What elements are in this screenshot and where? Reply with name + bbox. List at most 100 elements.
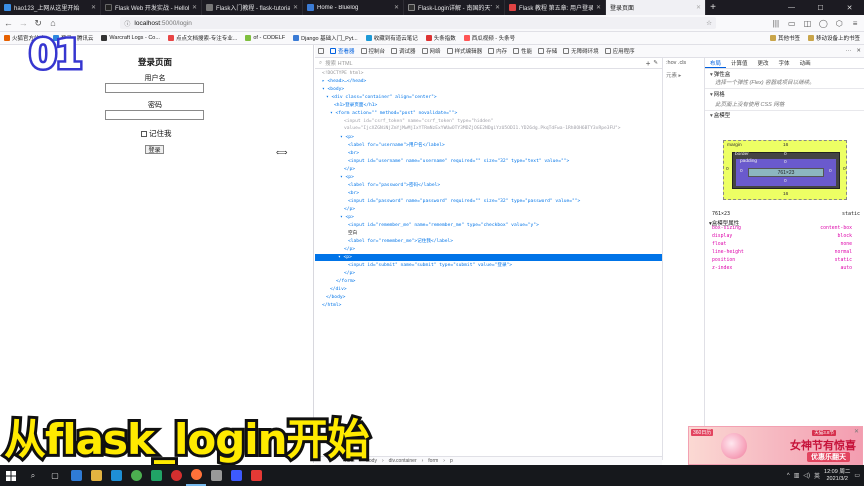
margin-top-value[interactable]: 16 xyxy=(783,143,788,148)
border-top-value[interactable]: 0 xyxy=(784,152,787,157)
taskbar-app-icon[interactable] xyxy=(166,465,186,486)
maximize-button[interactable]: ☐ xyxy=(806,0,835,15)
notification-icon[interactable]: ▭ xyxy=(854,472,860,479)
close-tab-icon[interactable]: ✕ xyxy=(495,4,500,11)
bookmark-item[interactable]: 头条指数 xyxy=(425,34,456,42)
markup-line[interactable]: </div> xyxy=(330,286,347,293)
markup-line[interactable]: </p> xyxy=(344,206,355,213)
devtools-tab-style-editor[interactable]: 样式编辑器 xyxy=(446,45,482,57)
browser-tab[interactable]: Flask 教程 第五章: 用户登录 ✕ xyxy=(505,0,606,15)
bookmark-item[interactable]: 西瓜视频 - 头条号 xyxy=(463,34,515,42)
close-tab-icon[interactable]: ✕ xyxy=(91,4,96,11)
bookmark-item[interactable]: Django 基础入门_Pyt... xyxy=(293,34,358,42)
remember-me-checkbox[interactable] xyxy=(141,130,147,137)
back-arrow-icon[interactable]: ← xyxy=(3,18,14,29)
markup-line[interactable]: 空白 xyxy=(348,230,357,237)
devtools-tab-memory[interactable]: 内存 xyxy=(488,45,507,57)
markup-line[interactable]: </body> xyxy=(326,294,345,301)
tab-fonts[interactable]: 字体 xyxy=(774,58,795,68)
volume-icon[interactable]: ◁) xyxy=(803,472,810,479)
taskbar-app-icon[interactable] xyxy=(126,465,146,486)
tab-changes[interactable]: 更改 xyxy=(753,58,774,68)
bookmark-item[interactable]: 点点文档搜索-专注专业... xyxy=(167,34,237,42)
bookmark-star-icon[interactable]: ☆ xyxy=(706,19,712,27)
content-box[interactable]: 761×23 xyxy=(748,168,824,177)
markup-line[interactable]: ▸ <head>…</head> xyxy=(322,78,366,85)
address-bar[interactable]: ⓘ localhost:5000/login ☆ xyxy=(120,17,716,29)
markup-line[interactable]: <input id="csrf_token" name="csrf_token"… xyxy=(344,118,493,125)
page-info-icon[interactable]: ⓘ xyxy=(124,19,130,28)
rules-filter[interactable]: :hov .cls xyxy=(666,60,686,66)
search-icon[interactable]: ⌕ xyxy=(22,465,44,486)
markup-line[interactable]: <input id="username" name="username" req… xyxy=(348,158,569,165)
close-window-button[interactable]: ✕ xyxy=(835,0,864,15)
box-props-heading[interactable]: ▾盒模型属性 xyxy=(709,219,739,227)
close-tab-icon[interactable]: ✕ xyxy=(596,4,601,11)
minimize-button[interactable]: — xyxy=(777,0,806,15)
browser-tab-active[interactable]: 登录页面 ✕ xyxy=(606,0,706,15)
markup-line-selected[interactable]: ▾ <p> xyxy=(315,254,662,261)
markup-line[interactable]: <input id="password" name="password" req… xyxy=(348,198,580,205)
tab-computed[interactable]: 计算值 xyxy=(726,58,753,68)
margin-left-value[interactable]: 0 xyxy=(726,167,729,172)
markup-line[interactable]: <label for="username">用户名</label> xyxy=(348,142,445,149)
markup-line[interactable]: </p> xyxy=(344,166,355,173)
markup-line[interactable]: ▾ <p> xyxy=(340,174,354,181)
devtools-tab-storage[interactable]: 存储 xyxy=(538,45,557,57)
browser-tab[interactable]: Flask-Login详解 - 南国的天下 ✕ xyxy=(404,0,505,15)
close-tab-icon[interactable]: ✕ xyxy=(394,4,399,11)
devtools-tab-console[interactable]: 控制台 xyxy=(360,45,385,57)
home-icon[interactable]: ⌂ xyxy=(48,18,59,29)
flex-section-heading[interactable]: ▾弹性盒 xyxy=(705,72,864,79)
markup-line[interactable]: <label for="password">密码</label> xyxy=(348,182,440,189)
markup-line[interactable]: <label for="remember_me">记住我</label> xyxy=(348,238,453,245)
html-search-input[interactable]: 搜索 HTML xyxy=(325,59,353,67)
task-view-icon[interactable]: ▢ xyxy=(44,465,66,486)
tab-layout[interactable]: 布局 xyxy=(705,58,727,68)
breadcrumb-item[interactable]: p xyxy=(450,458,453,464)
library-icon[interactable]: ||| xyxy=(770,17,782,29)
ad-close-icon[interactable]: ✕ xyxy=(854,428,859,435)
markup-line[interactable]: ▾ <body> xyxy=(322,86,344,93)
markup-line[interactable]: value="IjcXZGNiNjZmYjMwMjIxYTRmNzExYWUwO… xyxy=(344,125,621,132)
bookmark-folder-other[interactable]: 其他书签 xyxy=(769,34,800,42)
ime-indicator[interactable]: 英 xyxy=(814,471,820,480)
markup-line[interactable]: ▾ <div class="container" align="center"> xyxy=(326,94,437,101)
markup-line[interactable]: </p> xyxy=(344,246,355,253)
close-tab-icon[interactable]: ✕ xyxy=(192,4,197,11)
browser-tab[interactable]: Flask入门教程 - flask-tutorial-2.0✕ xyxy=(202,0,303,15)
browser-tab[interactable]: Home - Bluelog ✕ xyxy=(303,0,404,15)
devtools-tab-inspector[interactable]: 查看器 xyxy=(330,45,355,57)
markup-line[interactable]: <br> xyxy=(348,150,359,157)
taskbar-app-icon[interactable] xyxy=(66,465,86,486)
taskbar-app-icon[interactable] xyxy=(86,465,106,486)
taskbar-app-icon[interactable] xyxy=(146,465,166,486)
clock[interactable]: 12:09 周二 2021/3/2 xyxy=(824,469,850,483)
devtools-tab-accessibility[interactable]: 无障碍环境 xyxy=(563,45,599,57)
reader-icon[interactable]: ◫ xyxy=(802,17,814,29)
boxmodel-section-heading[interactable]: ▾盒模型 xyxy=(705,113,864,120)
bookmark-item[interactable]: 收藏到有道云笔记 xyxy=(365,34,418,42)
markup-line[interactable]: </p> xyxy=(344,270,355,277)
markup-line[interactable]: </form> xyxy=(336,278,355,285)
start-button[interactable] xyxy=(0,465,22,486)
account-icon[interactable]: ◯ xyxy=(817,17,829,29)
login-submit-button[interactable]: 登录 xyxy=(145,145,164,154)
taskbar-app-icon[interactable] xyxy=(206,465,226,486)
sidebar-icon[interactable]: ▭ xyxy=(786,17,798,29)
reload-icon[interactable]: ↻ xyxy=(33,18,44,29)
padding-bottom-value[interactable]: 0 xyxy=(784,179,787,184)
taskbar-firefox-icon[interactable] xyxy=(186,465,206,486)
devtools-tab-application[interactable]: 应用程序 xyxy=(604,45,635,57)
close-tab-icon[interactable]: ✕ xyxy=(293,4,298,11)
markup-line[interactable]: <h1>登录页面</h1> xyxy=(334,102,377,109)
markup-line[interactable]: ▾ <p> xyxy=(340,214,354,221)
network-icon[interactable]: ▥ xyxy=(794,472,800,479)
forward-arrow-icon[interactable]: → xyxy=(18,18,29,29)
devtools-tab-performance[interactable]: 性能 xyxy=(513,45,532,57)
pick-element-icon[interactable] xyxy=(318,45,324,57)
new-tab-button[interactable]: + xyxy=(706,0,720,15)
browser-tab[interactable]: Flask Web 开发实战 - HelloF ✕ xyxy=(101,0,202,15)
taskbar-app-icon[interactable] xyxy=(226,465,246,486)
padding-left-value[interactable]: 0 xyxy=(740,169,743,174)
